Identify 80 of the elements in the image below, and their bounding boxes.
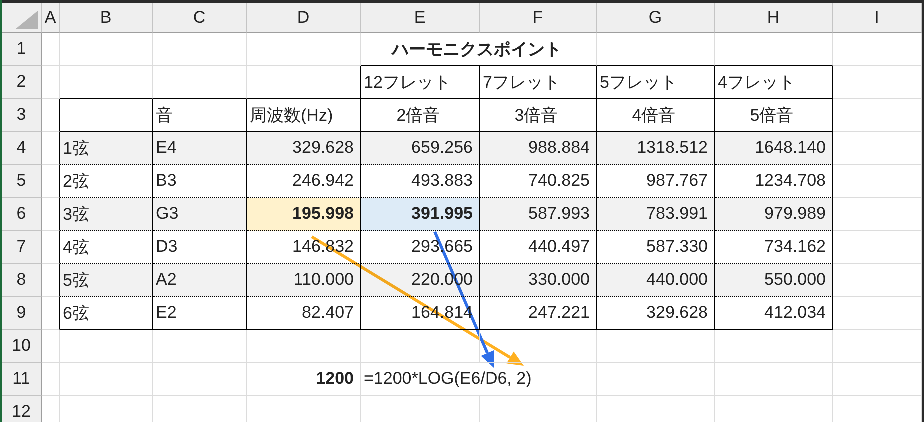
frequency-cell: 195.998 xyxy=(247,198,361,231)
fret-header: 5フレット xyxy=(597,66,715,99)
fret-header: 12フレット xyxy=(361,66,480,99)
empty-cell xyxy=(42,363,60,396)
frequency-cell: 587.330 xyxy=(597,231,715,264)
frequency-cell: 330.000 xyxy=(480,264,597,297)
row-header[interactable]: 9 xyxy=(2,297,42,330)
sheet-title: ハーモニクスポイント xyxy=(361,33,597,66)
string-label: 4弦 xyxy=(60,231,153,264)
frequency-cell: 1234.708 xyxy=(715,165,833,198)
frequency-cell: 740.825 xyxy=(480,165,597,198)
fret-header: 7フレット xyxy=(480,66,597,99)
string-label: 1弦 xyxy=(60,132,153,165)
frequency-cell: 734.162 xyxy=(715,231,833,264)
frequency-cell: 987.767 xyxy=(597,165,715,198)
note-cell: E4 xyxy=(153,132,247,165)
frequency-cell: 988.884 xyxy=(480,132,597,165)
frequency-cell: 659.256 xyxy=(361,132,480,165)
column-header[interactable]: D xyxy=(247,3,361,33)
empty-cell xyxy=(42,132,60,165)
formula-result: 1200 xyxy=(247,363,361,396)
column-header[interactable]: C xyxy=(153,3,247,33)
empty-cell xyxy=(42,99,60,132)
column-heading: 4倍音 xyxy=(597,99,715,132)
empty-cell xyxy=(42,231,60,264)
note-cell: E2 xyxy=(153,297,247,330)
column-header[interactable]: G xyxy=(597,3,715,33)
frequency-cell: 110.000 xyxy=(247,264,361,297)
column-header[interactable]: B xyxy=(60,3,153,33)
row-header[interactable]: 6 xyxy=(2,198,42,231)
frequency-cell: 391.995 xyxy=(361,198,480,231)
row-header[interactable]: 10 xyxy=(2,330,42,363)
string-label: 5弦 xyxy=(60,264,153,297)
empty-cell xyxy=(42,330,60,363)
column-heading: 2倍音 xyxy=(361,99,480,132)
row-header[interactable]: 2 xyxy=(2,66,42,99)
note-cell: B3 xyxy=(153,165,247,198)
frequency-cell: 587.993 xyxy=(480,198,597,231)
row-header[interactable]: 7 xyxy=(2,231,42,264)
note-cell: D3 xyxy=(153,231,247,264)
empty-cell xyxy=(42,264,60,297)
row-header[interactable]: 3 xyxy=(2,99,42,132)
frequency-cell: 329.628 xyxy=(597,297,715,330)
note-cell: G3 xyxy=(153,198,247,231)
frequency-cell: 412.034 xyxy=(715,297,833,330)
note-cell: A2 xyxy=(153,264,247,297)
column-heading: 3倍音 xyxy=(480,99,597,132)
frequency-cell: 247.221 xyxy=(480,297,597,330)
column-heading: 5倍音 xyxy=(715,99,833,132)
row-header[interactable]: 11 xyxy=(2,363,42,396)
select-all-corner[interactable] xyxy=(2,3,42,33)
frequency-cell: 1648.140 xyxy=(715,132,833,165)
column-heading: 周波数(Hz) xyxy=(247,99,361,132)
column-header[interactable]: F xyxy=(480,3,597,33)
string-label: 3弦 xyxy=(60,198,153,231)
column-heading: 音 xyxy=(153,99,247,132)
row-header[interactable]: 12 xyxy=(2,396,42,422)
fret-header: 4フレット xyxy=(715,66,833,99)
empty-cell xyxy=(42,165,60,198)
row-header[interactable]: 1 xyxy=(2,33,42,66)
frequency-cell: 329.628 xyxy=(247,132,361,165)
column-header[interactable]: A xyxy=(42,3,60,33)
frequency-cell: 550.000 xyxy=(715,264,833,297)
row-header[interactable]: 4 xyxy=(2,132,42,165)
frequency-cell: 440.000 xyxy=(597,264,715,297)
row-header[interactable]: 5 xyxy=(2,165,42,198)
column-header[interactable]: E xyxy=(361,3,480,33)
column-header[interactable]: I xyxy=(833,3,922,33)
frequency-cell: 979.989 xyxy=(715,198,833,231)
row-header[interactable]: 8 xyxy=(2,264,42,297)
empty-cell xyxy=(42,66,60,99)
frequency-cell: 440.497 xyxy=(480,231,597,264)
frequency-cell: 783.991 xyxy=(597,198,715,231)
string-label: 2弦 xyxy=(60,165,153,198)
frequency-cell: 82.407 xyxy=(247,297,361,330)
empty-cell xyxy=(42,198,60,231)
column-header[interactable]: H xyxy=(715,3,833,33)
string-label: 6弦 xyxy=(60,297,153,330)
empty-cell xyxy=(42,297,60,330)
frequency-cell: 1318.512 xyxy=(597,132,715,165)
